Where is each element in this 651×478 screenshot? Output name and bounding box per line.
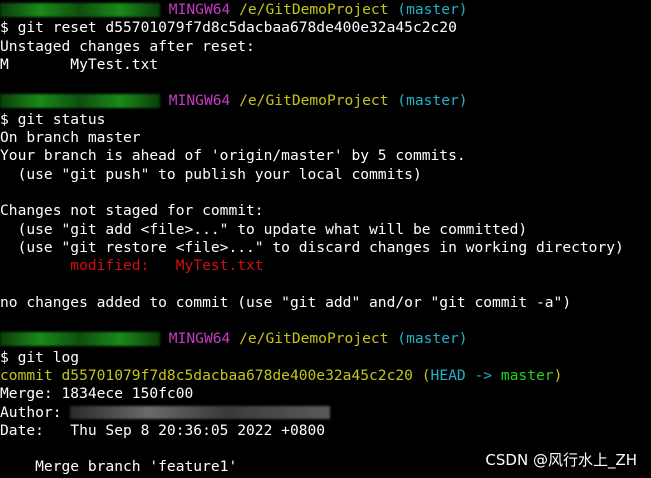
output-line: (use "git add <file>..." to update what … — [0, 220, 528, 238]
prompt-branch: (master) — [397, 1, 468, 18]
prompt-path: /e/GitDemoProject — [239, 330, 389, 348]
date-line: Date: Thu Sep 8 20:36:05 2022 +0800 — [0, 421, 326, 439]
merge-line: Merge: 1834ece 150fc00 — [0, 385, 194, 403]
output-line: M MyTest.txt — [0, 55, 159, 73]
modified-label: modified: — [0, 257, 176, 275]
output-line: (use "git push" to publish your local co… — [0, 165, 422, 183]
output-line: no changes added to commit (use "git add… — [0, 293, 572, 311]
csdn-watermark: CSDN @风行水上_ZH — [485, 451, 637, 469]
prompt-line: MINGW64 /e/GitDemoProject (master) — [0, 1, 651, 19]
output-line: Your branch is ahead of 'origin/master' … — [0, 147, 466, 165]
prompt-line: MINGW64 /e/GitDemoProject (master) — [0, 92, 651, 110]
redacted-user-host — [0, 94, 160, 109]
prompt-shell: MINGW64 — [168, 92, 231, 110]
output-line: (use "git restore <file>..." to discard … — [0, 238, 624, 256]
modified-line: modified: MyTest.txt — [0, 257, 651, 275]
output-line: Changes not staged for commit: — [0, 202, 264, 220]
commit-line: commit d55701079f7d8c5dacbaa678de400e32a… — [0, 367, 651, 385]
author-label: Author: — [0, 403, 71, 421]
prompt-shell: MINGW64 — [168, 330, 231, 348]
redacted-author — [70, 406, 331, 420]
modified-file: MyTest.txt — [175, 257, 264, 275]
terminal-window[interactable]: MINGW64 /e/GitDemoProject (master) $ git… — [0, 1, 651, 477]
prompt-shell: MINGW64 — [168, 1, 231, 18]
paren-open: ( — [421, 366, 431, 384]
redacted-user-host — [0, 3, 160, 17]
prompt-path: /e/GitDemoProject — [239, 92, 389, 110]
prompt-path: /e/GitDemoProject — [239, 1, 389, 18]
redacted-user-host — [0, 332, 160, 347]
command-line: $ git log — [0, 348, 80, 366]
command-line: $ git reset d55701079f7d8c5dacbaa678de40… — [0, 19, 457, 37]
prompt-branch: (master) — [397, 330, 468, 348]
head-ref: HEAD -> — [430, 366, 501, 384]
paren-close: ) — [553, 366, 563, 384]
output-line: Unstaged changes after reset: — [0, 37, 255, 55]
prompt-branch: (master) — [397, 92, 468, 110]
output-line: On branch master — [0, 129, 141, 147]
prompt-line: MINGW64 /e/GitDemoProject (master) — [0, 330, 651, 348]
author-line: Author: — [0, 404, 651, 422]
command-line: $ git status — [0, 110, 106, 128]
branch-ref: master — [500, 366, 554, 384]
commit-hash: commit d55701079f7d8c5dacbaa678de400e32a… — [0, 366, 422, 384]
